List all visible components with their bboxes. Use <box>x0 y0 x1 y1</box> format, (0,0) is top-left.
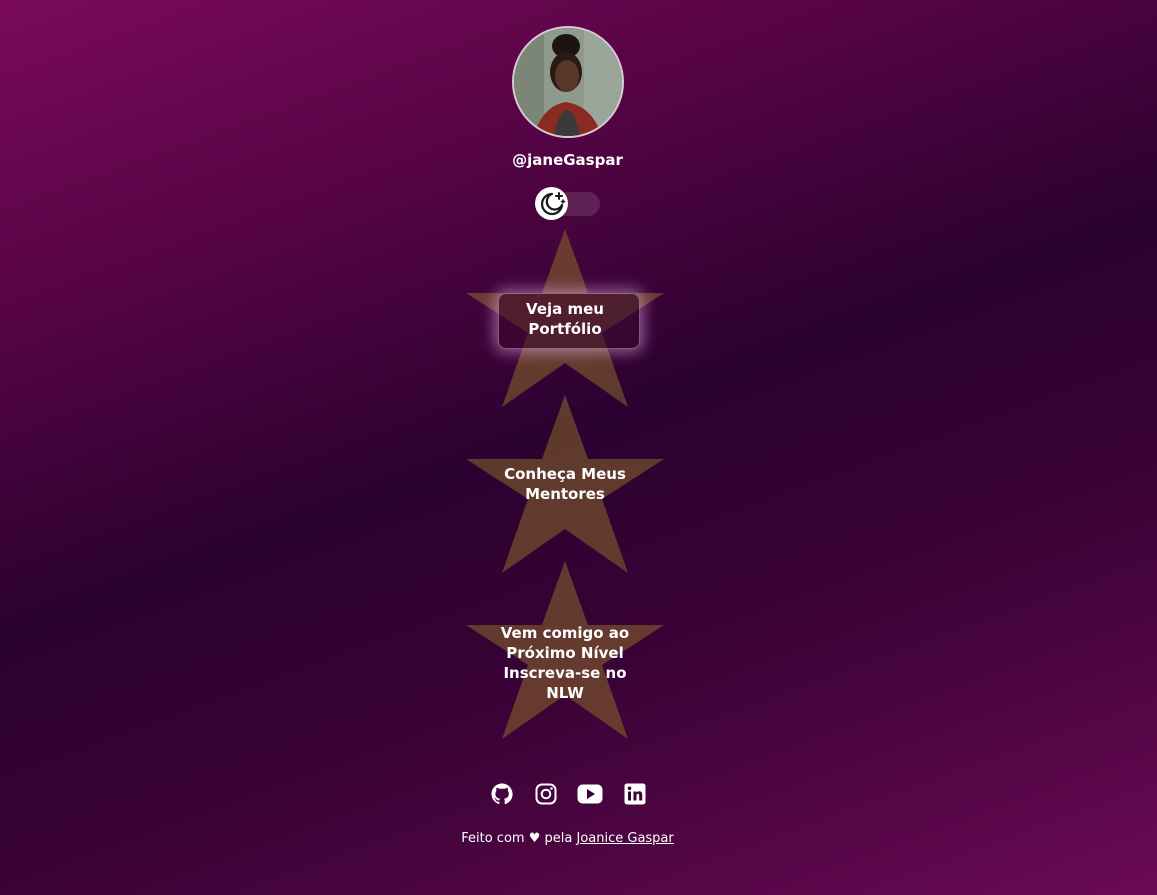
social-links <box>489 781 649 807</box>
link-nlw-label-line3: Inscreva-se no <box>503 664 627 682</box>
heart-icon: ♥ <box>528 831 541 846</box>
link-mentores-label-line2: Mentores <box>525 485 605 503</box>
link-nlw-label-line4: NLW <box>546 684 584 702</box>
page: @janeGaspar Veja meu Portfólio Conheça M… <box>0 0 1157 895</box>
instagram-icon[interactable] <box>533 781 559 807</box>
link-nlw-label[interactable]: Vem comigo ao Próximo Nível Inscreva-se … <box>466 623 664 703</box>
link-portfolio-label-line2: Portfólio <box>528 320 602 338</box>
moon-stars-icon[interactable] <box>535 187 568 220</box>
linkedin-icon[interactable] <box>622 781 648 807</box>
link-mentores-label[interactable]: Conheça Meus Mentores <box>466 464 664 504</box>
profile-avatar <box>512 26 624 138</box>
link-mentores-label-line1: Conheça Meus <box>504 465 626 483</box>
link-nlw-label-line1: Vem comigo ao <box>500 624 630 642</box>
github-icon[interactable] <box>489 781 515 807</box>
footer-by: pela <box>544 831 573 846</box>
footer-prefix: Feito com <box>461 831 525 846</box>
footer: Feito com ♥ pela Joanice Gaspar <box>0 831 1135 846</box>
link-nlw-label-line2: Próximo Nível <box>506 644 624 662</box>
youtube-icon[interactable] <box>577 781 603 807</box>
link-portfolio-label-line1: Veja meu <box>526 300 604 318</box>
author-link[interactable]: Joanice Gaspar <box>576 831 673 846</box>
link-portfolio-label[interactable]: Veja meu Portfólio <box>466 299 664 339</box>
profile-handle: @janeGaspar <box>512 151 623 169</box>
